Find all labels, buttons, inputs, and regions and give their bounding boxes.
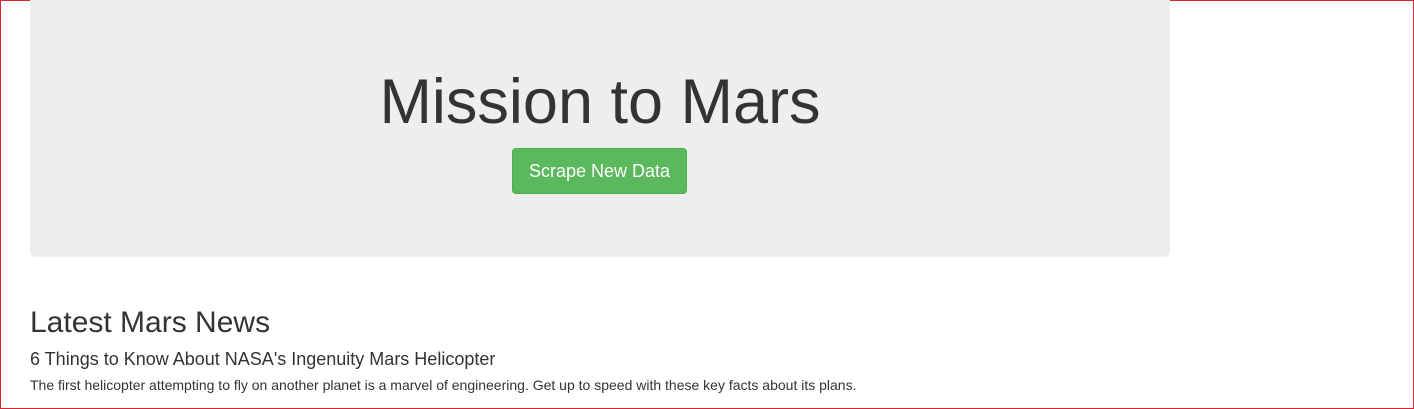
news-section: Latest Mars News 6 Things to Know About …	[30, 303, 1170, 395]
page-title: Mission to Mars	[379, 67, 821, 137]
jumbotron: Mission to Mars Scrape New Data	[30, 0, 1170, 257]
news-title: 6 Things to Know About NASA's Ingenuity …	[30, 349, 496, 369]
scrape-new-data-button[interactable]: Scrape New Data	[512, 148, 687, 194]
news-paragraph: The first helicopter attempting to fly o…	[30, 377, 857, 393]
news-heading: Latest Mars News	[30, 306, 271, 339]
